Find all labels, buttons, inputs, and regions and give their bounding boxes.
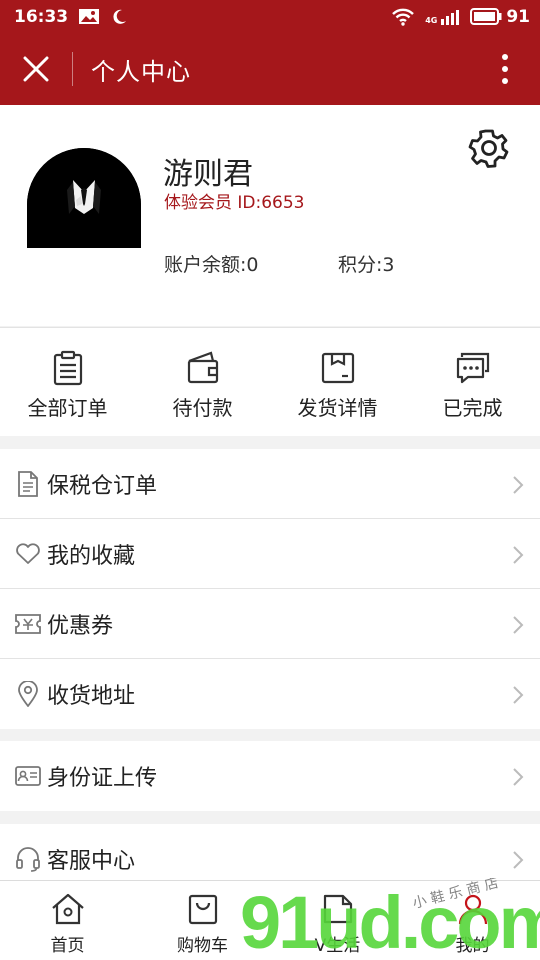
tab-mine[interactable]: 我的 — [405, 881, 540, 960]
package-icon — [321, 352, 354, 384]
tab-home[interactable]: 首页 — [0, 881, 135, 960]
completed-orders-button[interactable]: 已完成 — [405, 328, 540, 436]
pending-payment-button[interactable]: 待付款 — [135, 328, 270, 436]
battery-level: 91 — [506, 6, 530, 27]
tab-v-life[interactable]: V生活 — [270, 881, 405, 960]
close-icon — [23, 56, 49, 82]
home-icon — [51, 893, 84, 925]
cart-icon — [188, 894, 217, 925]
order-label: 已完成 — [442, 396, 503, 420]
menu-label: 我的收藏 — [47, 543, 136, 569]
chevron-right-icon — [513, 616, 524, 634]
id-card-icon — [15, 763, 41, 789]
chat-icon — [456, 352, 489, 384]
status-bar: 16:33 4G 91 — [0, 0, 540, 33]
settings-button[interactable] — [466, 125, 512, 171]
tab-label: 我的 — [455, 936, 490, 956]
user-icon — [458, 894, 487, 925]
title-divider — [72, 52, 73, 86]
chevron-right-icon — [513, 851, 524, 869]
menu-item-shipping-address[interactable]: 收货地址 — [0, 659, 540, 729]
more-dot — [502, 54, 508, 60]
page-title: 个人中心 — [91, 57, 191, 86]
heart-icon — [15, 541, 41, 567]
wallet-icon — [187, 351, 218, 384]
avatar-figure-icon — [27, 148, 141, 248]
tab-label: 购物车 — [177, 936, 228, 956]
more-options-button[interactable] — [488, 49, 522, 89]
menu-label: 优惠券 — [47, 613, 114, 639]
document-icon — [15, 470, 41, 497]
shipping-details-button[interactable]: 发货详情 — [270, 328, 405, 436]
account-balance[interactable]: 账户余额:0 — [164, 250, 259, 277]
tab-label: V生活 — [314, 936, 361, 956]
tab-label: 首页 — [50, 936, 85, 956]
bottom-tab-bar: 首页 购物车 V生活 我的 — [0, 880, 540, 960]
signal-icon — [441, 9, 460, 25]
location-icon — [15, 681, 41, 707]
title-bar: 个人中心 — [0, 33, 540, 105]
menu-item-favorites[interactable]: 我的收藏 — [0, 519, 540, 589]
clipboard-icon — [53, 350, 82, 386]
avatar[interactable] — [27, 148, 141, 248]
menu-group-id: 身份证上传 — [0, 741, 540, 811]
headset-icon — [15, 846, 41, 872]
gear-icon — [468, 129, 509, 168]
chevron-right-icon — [513, 768, 524, 786]
order-label: 全部订单 — [27, 396, 108, 420]
moon-icon — [113, 9, 127, 24]
battery-icon — [470, 8, 502, 25]
menu-item-bonded-orders[interactable]: 保税仓订单 — [0, 449, 540, 519]
image-notification-icon — [79, 9, 100, 24]
user-name: 游则君 — [163, 157, 253, 192]
chevron-right-icon — [513, 686, 524, 704]
menu-group-main: 保税仓订单 我的收藏 优惠券 收货地址 — [0, 449, 540, 729]
network-type: 4G — [425, 15, 438, 25]
chevron-right-icon — [513, 476, 524, 494]
order-label: 待付款 — [172, 396, 233, 420]
more-dot — [502, 78, 508, 84]
all-orders-button[interactable]: 全部订单 — [0, 328, 135, 436]
coupon-icon — [15, 611, 41, 637]
more-dot — [502, 66, 508, 72]
menu-label: 身份证上传 — [47, 766, 158, 791]
close-button[interactable] — [0, 33, 72, 105]
menu-item-coupons[interactable]: 优惠券 — [0, 589, 540, 659]
profile-card: 游则君 体验会员 ID:6653 账户余额:0 积分:3 — [0, 105, 540, 326]
tab-cart[interactable]: 购物车 — [135, 881, 270, 960]
menu-item-id-upload[interactable]: 身份证上传 — [0, 741, 540, 811]
member-id: 体验会员 ID:6653 — [164, 193, 305, 213]
chevron-right-icon — [513, 546, 524, 564]
order-shortcuts: 全部订单 待付款 发货详情 已完成 — [0, 327, 540, 436]
status-time: 16:33 — [14, 6, 69, 27]
menu-label: 客服中心 — [47, 849, 136, 874]
wifi-icon — [392, 8, 415, 26]
tag-icon — [323, 894, 352, 924]
menu-label: 保税仓订单 — [47, 473, 158, 499]
menu-label: 收货地址 — [47, 684, 136, 709]
points-balance[interactable]: 积分:3 — [338, 250, 395, 277]
order-label: 发货详情 — [297, 396, 378, 420]
